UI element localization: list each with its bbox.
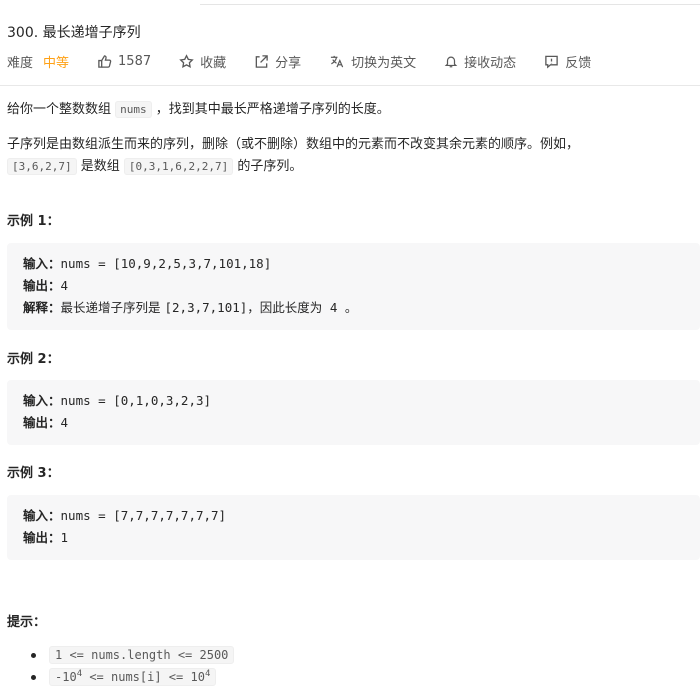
bullet-icon [31, 674, 36, 680]
example-1-output: 4 [60, 278, 69, 293]
subscribe-label: 接收动态 [464, 55, 517, 71]
thumbs-up-icon [98, 54, 112, 68]
share-icon [255, 54, 268, 68]
favorite-label: 收藏 [200, 55, 227, 71]
example-3-heading: 示例 3： [7, 466, 60, 481]
switch-language-button[interactable]: 切换为英文 [329, 52, 416, 71]
inline-code-array: [0,3,1,6,2,2,7] [123, 158, 234, 175]
inline-code-subsequence: [3,6,2,7] [7, 158, 77, 175]
constraints-list: 1 <= nums.length <= 2500 -104 <= nums[i]… [7, 645, 235, 689]
example-1-block: 输入：nums = [10,9,2,5,3,7,101,18] 输出：4 解释：… [7, 243, 700, 330]
example-2-input: nums = [0,1,0,3,2,3] [60, 393, 212, 408]
like-button[interactable]: 1587 [97, 54, 151, 69]
description-paragraph-1: 给你一个整数数组 nums ，找到其中最长严格递增子序列的长度。 [7, 101, 390, 118]
header-divider [0, 85, 700, 86]
problem-title: 300. 最长递增子序列 [7, 25, 141, 41]
feedback-icon [545, 55, 558, 69]
switch-language-label: 切换为英文 [351, 55, 417, 71]
constraint-1: 1 <= nums.length <= 2500 [49, 646, 235, 664]
description-paragraph-2: 子序列是由数组派生而来的序列，删除（或不删除）数组中的元素而不改变其余元素的顺序… [7, 137, 580, 175]
example-3-input: nums = [7,7,7,7,7,7,7] [60, 508, 227, 523]
example-2-output: 4 [60, 415, 69, 430]
like-count: 1587 [118, 53, 152, 69]
feedback-button[interactable]: 反馈 [544, 52, 591, 71]
example-1-explanation: 最长递增子序列是 [2,3,7,101]，因此长度为 4 。 [60, 300, 358, 315]
difficulty-label: 难度 [7, 55, 34, 71]
bullet-icon [31, 652, 36, 658]
top-strip [200, 0, 700, 5]
example-1-input: nums = [10,9,2,5,3,7,101,18] [60, 256, 272, 271]
problem-meta-bar: 难度 中等 1587 收藏 分享 切换为英文 接收动态 反馈 [7, 51, 619, 71]
share-label: 分享 [275, 55, 302, 71]
list-item: -104 <= nums[i] <= 104 [7, 667, 234, 687]
example-2-block: 输入：nums = [0,1,0,3,2,3] 输出：4 [7, 380, 700, 445]
favorite-button[interactable]: 收藏 [179, 52, 226, 71]
example-2-heading: 示例 2： [7, 352, 60, 367]
list-item: 1 <= nums.length <= 2500 [7, 645, 235, 665]
example-1-heading: 示例 1： [7, 214, 60, 229]
example-3-output: 1 [60, 530, 69, 545]
example-3-block: 输入：nums = [7,7,7,7,7,7,7] 输出：1 [7, 495, 700, 560]
subscribe-button[interactable]: 接收动态 [444, 52, 516, 71]
share-button[interactable]: 分享 [254, 52, 301, 71]
inline-code-nums: nums [115, 101, 152, 118]
constraint-2: -104 <= nums[i] <= 104 [49, 668, 217, 686]
difficulty-badge: 中等 [43, 55, 70, 71]
feedback-label: 反馈 [565, 55, 592, 71]
hints-heading: 提示： [7, 615, 47, 630]
star-icon [179, 53, 194, 68]
translate-icon [331, 55, 344, 67]
bell-icon [444, 56, 458, 67]
